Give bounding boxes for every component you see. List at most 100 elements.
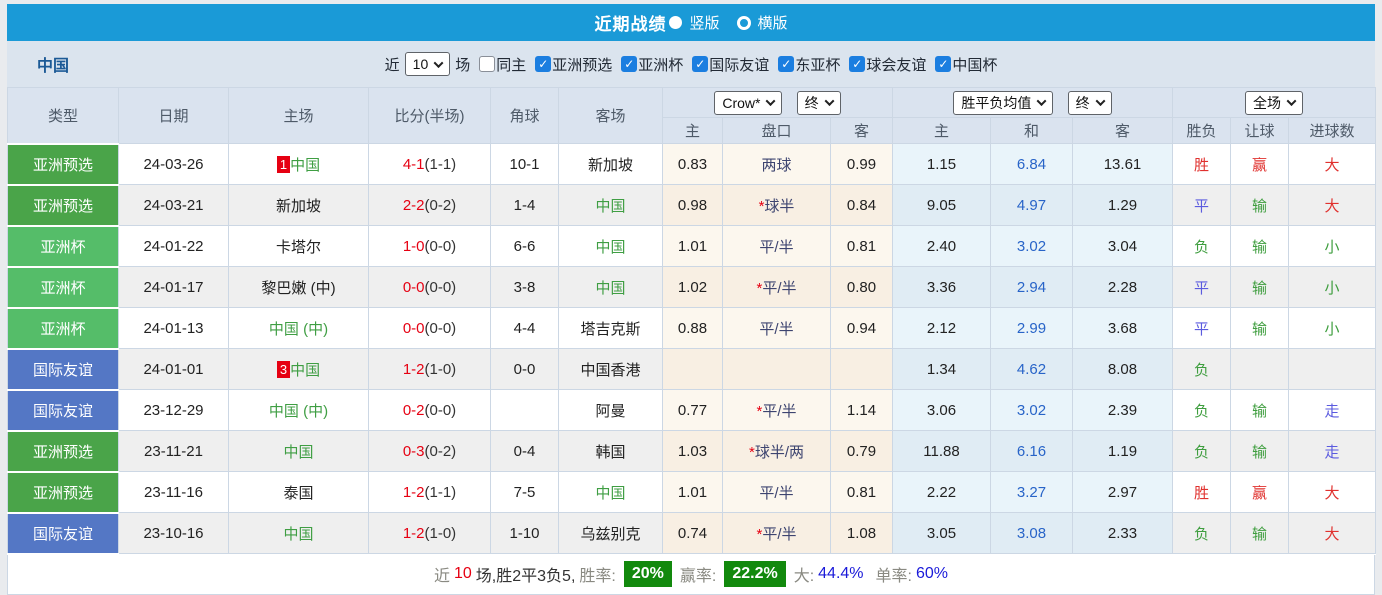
- checked-checkbox-icon[interactable]: [935, 56, 952, 72]
- match-type-badge: 亚洲预选: [7, 142, 119, 186]
- mean-period-select[interactable]: 终: [1067, 90, 1112, 115]
- full-time-score: 1-2: [402, 483, 425, 501]
- horizontal-layout-label[interactable]: 横版: [758, 12, 788, 33]
- half-time-score: (1-1): [424, 155, 457, 173]
- unit-label: 场: [455, 56, 471, 74]
- col-header-type: 类型: [7, 87, 119, 144]
- handicap-cell: 两球: [722, 143, 831, 185]
- scope-select[interactable]: 全场: [1245, 90, 1303, 115]
- title-bar: 近期战绩 竖版 横版: [7, 4, 1375, 41]
- chevron-down-icon: [433, 57, 444, 68]
- goals-result-cell: 小: [1288, 225, 1376, 267]
- mean-draw-cell[interactable]: 6.16: [990, 430, 1073, 472]
- match-date: 24-01-17: [118, 266, 229, 308]
- full-time-score: 0-0: [402, 319, 425, 337]
- match-rows: 亚洲预选 24-03-26 1 中国 4-1(1-1) 10-1 新加坡 0.83 两球 0.99…: [7, 142, 1376, 555]
- competition-label[interactable]: 球会友谊: [866, 54, 926, 75]
- mean-draw-cell[interactable]: 4.62: [990, 348, 1073, 390]
- corner-cell: 7-5: [490, 471, 559, 513]
- competition-label[interactable]: 中国杯: [952, 54, 997, 75]
- checked-checkbox-icon[interactable]: [535, 56, 552, 72]
- summary-prefix: 近: [433, 568, 450, 585]
- mean-away-cell: 2.28: [1072, 266, 1173, 308]
- col-header-home: 主场: [228, 87, 369, 144]
- mean-company-select[interactable]: 胜平负均值: [953, 90, 1054, 115]
- goals-result-cell: 大: [1288, 184, 1376, 226]
- home-team-cell: 新加坡: [228, 184, 369, 226]
- checked-checkbox-icon[interactable]: [621, 56, 638, 72]
- win-rate-badge: 22.2%: [724, 561, 786, 587]
- away-team-cell: 中国: [558, 184, 663, 226]
- col-header-goals: 进球数: [1288, 117, 1376, 144]
- odds-company-select[interactable]: Crow*: [714, 90, 783, 115]
- home-team-name: 卡塔尔: [275, 238, 321, 256]
- mean-draw-cell[interactable]: 3.08: [990, 512, 1073, 554]
- checked-checkbox-icon[interactable]: [778, 56, 795, 72]
- mean-away-cell: 2.97: [1072, 471, 1173, 513]
- away-team-cell: 阿曼: [558, 389, 663, 431]
- mean-home-cell: 2.22: [892, 471, 991, 513]
- checked-checkbox-icon[interactable]: [692, 56, 709, 72]
- mean-draw-cell[interactable]: 4.97: [990, 184, 1073, 226]
- mean-period-value: 终: [1075, 94, 1090, 111]
- handicap-cell: 平/半: [722, 307, 831, 349]
- corner-cell: 6-6: [490, 225, 559, 267]
- mean-draw-cell[interactable]: 3.02: [990, 225, 1073, 267]
- vertical-layout-label[interactable]: 竖版: [689, 12, 719, 33]
- mean-home-cell: 3.36: [892, 266, 991, 308]
- match-date: 23-10-16: [118, 512, 229, 554]
- home-team-name: 中国 (中): [268, 402, 329, 420]
- half-time-score: (0-2): [424, 196, 457, 214]
- mean-draw-cell[interactable]: 2.99: [990, 307, 1073, 349]
- half-time-score: (0-2): [424, 442, 457, 460]
- match-row: 亚洲预选 23-11-16 泰国 1-2(1-1) 7-5 中国 1.01 平/半 0.81 2.…: [7, 470, 1376, 514]
- score-cell: 4-1(1-1): [368, 143, 491, 185]
- mean-home-cell: 2.40: [892, 225, 991, 267]
- competition-label[interactable]: 同主: [496, 54, 526, 75]
- away-odds-cell: 1.14: [830, 389, 893, 431]
- mean-home-cell: 3.06: [892, 389, 991, 431]
- handicap-value: 平/半: [759, 238, 794, 256]
- corner-cell: 0-4: [490, 430, 559, 472]
- unchecked-checkbox-icon[interactable]: [479, 56, 496, 72]
- odds-period-select[interactable]: 终: [796, 90, 841, 115]
- horizontal-layout-radio-icon[interactable]: [736, 15, 751, 30]
- away-team-cell: 乌兹别克: [558, 512, 663, 554]
- away-team-name: 新加坡: [587, 156, 633, 174]
- col-header-handicap: 让球: [1230, 117, 1289, 144]
- outcome-cell: 负: [1172, 389, 1231, 431]
- match-date: 23-11-16: [118, 471, 229, 513]
- corner-cell: 4-4: [490, 307, 559, 349]
- mean-draw-cell[interactable]: 3.02: [990, 389, 1073, 431]
- match-row: 亚洲预选 24-03-26 1 中国 4-1(1-1) 10-1 新加坡 0.83 两球 0.99…: [7, 142, 1376, 186]
- home-team-name: 新加坡: [275, 197, 321, 215]
- handicap-cell: 平/半: [722, 225, 831, 267]
- corner-cell: 10-1: [490, 143, 559, 185]
- handicap-value: 球半: [764, 197, 795, 215]
- recent-count-select[interactable]: 10: [404, 52, 451, 76]
- filter-controls: 近 10 场 同主 亚洲预选 亚洲杯 国际友谊 东亚杯 球会友谊 中国杯: [385, 52, 997, 76]
- competition-label[interactable]: 国际友谊: [709, 54, 769, 75]
- away-odds-cell: [830, 348, 893, 390]
- mean-draw-cell[interactable]: 6.84: [990, 143, 1073, 185]
- competition-label[interactable]: 亚洲杯: [638, 54, 683, 75]
- mean-draw-cell[interactable]: 3.27: [990, 471, 1073, 513]
- competition-label[interactable]: 亚洲预选: [552, 54, 612, 75]
- summary-count: 10: [454, 565, 472, 582]
- home-team-cell: 黎巴嫩 (中): [228, 266, 369, 308]
- handicap-result-cell: 输: [1230, 307, 1289, 349]
- competition-label[interactable]: 东亚杯: [795, 54, 840, 75]
- handicap-result-cell: 输: [1230, 266, 1289, 308]
- col-header-mean-away: 客: [1072, 117, 1173, 144]
- checked-checkbox-icon[interactable]: [849, 56, 866, 72]
- corner-cell: [490, 389, 559, 431]
- corner-cell: 3-8: [490, 266, 559, 308]
- handicap-result-cell: 赢: [1230, 143, 1289, 185]
- home-odds-cell: 0.98: [662, 184, 723, 226]
- match-type-badge: 亚洲预选: [7, 429, 119, 473]
- half-time-score: (1-0): [424, 360, 457, 378]
- mean-draw-cell[interactable]: 2.94: [990, 266, 1073, 308]
- outcome-cell: 负: [1172, 348, 1231, 390]
- summary-record: 场,胜2平3负5,: [475, 568, 576, 585]
- vertical-layout-radio-icon[interactable]: [669, 16, 683, 29]
